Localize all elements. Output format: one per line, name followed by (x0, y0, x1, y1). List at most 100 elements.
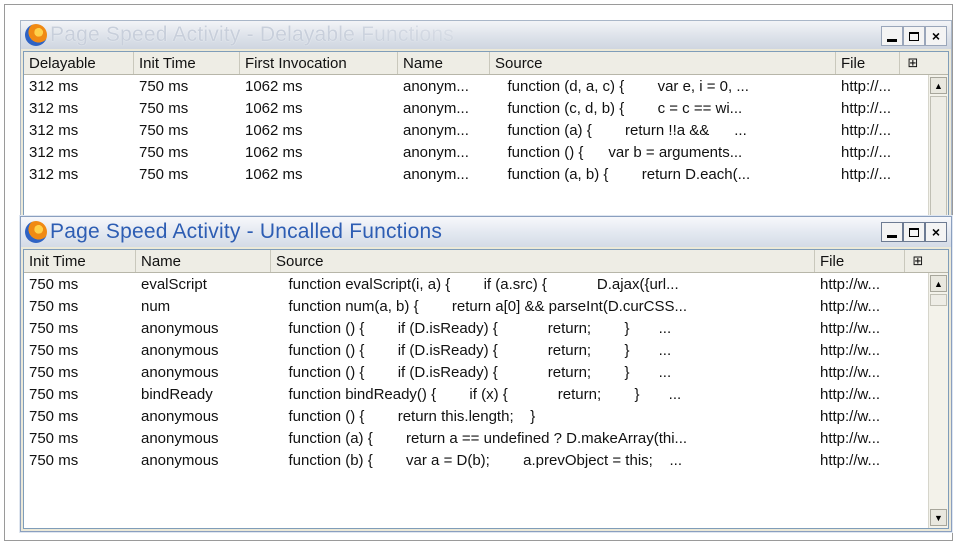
column-header-name[interactable]: Name (136, 250, 271, 272)
vertical-scrollbar[interactable]: ▲ ▼ (928, 273, 948, 528)
file-cell: http://w... (820, 451, 881, 469)
table-row[interactable]: 312 ms 750 ms 1062 ms anonym... function… (24, 141, 948, 163)
table-row[interactable]: 750 ms num function num(a, b) { return a… (24, 295, 948, 317)
column-header-name[interactable]: Name (398, 52, 490, 74)
column-header-first-invocation[interactable]: First Invocation (240, 52, 398, 74)
source-cell: function () { return this.length; } (276, 407, 536, 425)
init-time-cell: 750 ms (29, 451, 79, 469)
scroll-up-button[interactable]: ▲ (930, 77, 947, 94)
table-body: 312 ms 750 ms 1062 ms anonym... function… (24, 75, 948, 185)
uncalled-functions-window[interactable]: Page Speed Activity - Uncalled Functions… (20, 216, 952, 532)
init-time-cell: 750 ms (139, 121, 189, 139)
minimize-icon (887, 235, 897, 238)
table-row[interactable]: 750 ms anonymous function () { if (D.isR… (24, 339, 948, 361)
maximize-button[interactable] (903, 222, 925, 242)
init-time-cell: 750 ms (139, 143, 189, 161)
file-cell: http://... (841, 165, 892, 183)
table-row[interactable]: 750 ms anonymous function (a) { return a… (24, 427, 948, 449)
delayable-functions-table[interactable]: Delayable Init Time First Invocation Nam… (23, 51, 949, 235)
column-header-source[interactable]: Source (490, 52, 836, 74)
first-invocation-cell: 1062 ms (245, 77, 303, 95)
delayable-cell: 312 ms (29, 77, 79, 95)
close-button[interactable]: × (925, 26, 947, 46)
scroll-up-button[interactable]: ▲ (930, 275, 947, 292)
file-cell: http://w... (820, 385, 881, 403)
file-cell: http://w... (820, 341, 881, 359)
table-row[interactable]: 750 ms anonymous function () { if (D.isR… (24, 317, 948, 339)
first-invocation-cell: 1062 ms (245, 121, 303, 139)
delayable-cell: 312 ms (29, 143, 79, 161)
source-cell: function (d, a, c) { var e, i = 0, ... (495, 77, 749, 95)
init-time-cell: 750 ms (29, 341, 79, 359)
window-title: Page Speed Activity - Uncalled Functions (50, 220, 443, 243)
source-cell: function () { if (D.isReady) { return; }… (276, 319, 672, 337)
table-header: Init Time Name Source File ⊞ (24, 250, 948, 273)
table-row[interactable]: 750 ms anonymous function () { if (D.isR… (24, 361, 948, 383)
window-title: Page Speed Activity - Delayable Function… (50, 23, 454, 46)
table-row[interactable]: 750 ms anonymous function () { return th… (24, 405, 948, 427)
table-row[interactable]: 312 ms 750 ms 1062 ms anonym... function… (24, 75, 948, 97)
window-controls: × (881, 222, 947, 242)
firefox-icon (25, 24, 47, 46)
scroll-thumb[interactable] (930, 96, 947, 226)
column-picker-icon[interactable]: ⊞ (905, 250, 931, 272)
column-header-init-time[interactable]: Init Time (24, 250, 136, 272)
source-cell: function (c, d, b) { c = c == wi... (495, 99, 743, 117)
maximize-icon (909, 31, 919, 41)
name-cell: anonym... (403, 77, 469, 95)
table-row[interactable]: 312 ms 750 ms 1062 ms anonym... function… (24, 119, 948, 141)
table-row[interactable]: 750 ms bindReady function bindReady() { … (24, 383, 948, 405)
name-cell: anonymous (141, 429, 219, 447)
table-row[interactable]: 312 ms 750 ms 1062 ms anonym... function… (24, 163, 948, 185)
source-cell: function (a) { return !!a && ... (495, 121, 747, 139)
name-cell: num (141, 297, 171, 315)
name-cell: anonymous (141, 451, 219, 469)
table-row[interactable]: 750 ms evalScript function evalScript(i,… (24, 273, 948, 295)
table-row[interactable]: 750 ms anonymous function (b) { var a = … (24, 449, 948, 471)
column-picker-icon[interactable]: ⊞ (900, 52, 926, 74)
init-time-cell: 750 ms (29, 319, 79, 337)
title-bar[interactable]: Page Speed Activity - Delayable Function… (21, 21, 951, 49)
column-header-file[interactable]: File (836, 52, 900, 74)
column-header-file[interactable]: File (815, 250, 905, 272)
init-time-cell: 750 ms (139, 77, 189, 95)
maximize-button[interactable] (903, 26, 925, 46)
table-row[interactable]: 312 ms 750 ms 1062 ms anonym... function… (24, 97, 948, 119)
init-time-cell: 750 ms (29, 297, 79, 315)
minimize-button[interactable] (881, 222, 903, 242)
minimize-button[interactable] (881, 26, 903, 46)
name-cell: anonym... (403, 165, 469, 183)
source-cell: function () { if (D.isReady) { return; }… (276, 341, 672, 359)
file-cell: http://w... (820, 275, 881, 293)
init-time-cell: 750 ms (29, 363, 79, 381)
title-bar[interactable]: Page Speed Activity - Uncalled Functions… (21, 217, 951, 247)
source-cell: function evalScript(i, a) { if (a.src) {… (276, 275, 679, 293)
file-cell: http://... (841, 77, 892, 95)
column-header-source[interactable]: Source (271, 250, 815, 272)
file-cell: http://... (841, 143, 892, 161)
name-cell: anonymous (141, 407, 219, 425)
window-controls: × (881, 26, 947, 46)
init-time-cell: 750 ms (29, 429, 79, 447)
column-header-init-time[interactable]: Init Time (134, 52, 240, 74)
close-button[interactable]: × (925, 222, 947, 242)
delayable-cell: 312 ms (29, 99, 79, 117)
file-cell: http://w... (820, 429, 881, 447)
delayable-cell: 312 ms (29, 165, 79, 183)
name-cell: evalScript (141, 275, 207, 293)
scroll-down-button[interactable]: ▼ (930, 509, 947, 526)
close-icon: × (931, 224, 941, 240)
init-time-cell: 750 ms (139, 99, 189, 117)
vertical-scrollbar[interactable]: ▲ (928, 75, 948, 234)
name-cell: bindReady (141, 385, 213, 403)
uncalled-functions-table[interactable]: Init Time Name Source File ⊞ 750 ms eval… (23, 249, 949, 529)
first-invocation-cell: 1062 ms (245, 99, 303, 117)
source-cell: function num(a, b) { return a[0] && pars… (276, 297, 688, 315)
scroll-thumb[interactable] (930, 294, 947, 306)
delayable-functions-window[interactable]: Page Speed Activity - Delayable Function… (20, 20, 952, 238)
init-time-cell: 750 ms (29, 407, 79, 425)
source-cell: function () { var b = arguments... (495, 143, 743, 161)
source-cell: function () { if (D.isReady) { return; }… (276, 363, 672, 381)
firefox-icon (25, 221, 47, 243)
column-header-delayable[interactable]: Delayable (24, 52, 134, 74)
